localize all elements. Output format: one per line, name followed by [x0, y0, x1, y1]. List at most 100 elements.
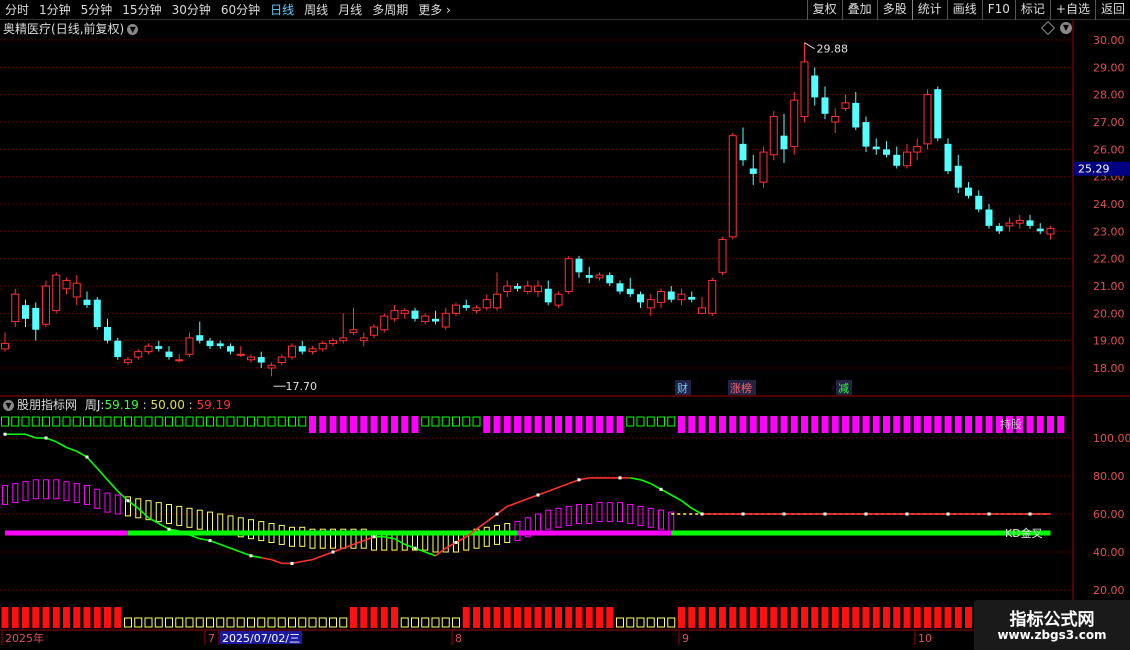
mark-button[interactable]: 标记 [1014, 0, 1050, 20]
j-line-segment [486, 513, 498, 523]
bottom-bar [22, 607, 29, 628]
hold-bar [893, 416, 901, 433]
candle-body [216, 343, 224, 347]
tab-fenshi[interactable]: 分时 [0, 0, 34, 20]
candle-body [1, 342, 9, 350]
candle-body [749, 168, 757, 174]
price-tick-label: 23.00 [1093, 225, 1125, 238]
candle-body [441, 312, 450, 328]
dropdown-circle-icon[interactable]: ▼ [1060, 22, 1072, 34]
add-favorite-button[interactable]: +自选 [1049, 0, 1095, 20]
bottom-bar [934, 607, 942, 628]
hold-bar [216, 416, 225, 427]
hold-bar [483, 416, 491, 433]
candle-body [790, 99, 799, 148]
candle-body [759, 151, 768, 183]
j-line-segment [476, 520, 488, 530]
candle-body [83, 299, 91, 306]
overlay-button[interactable]: 叠加 [841, 0, 877, 20]
tab-more[interactable]: 更多 › [413, 0, 456, 20]
hold-bar [883, 416, 890, 433]
bottom-bar [483, 607, 491, 628]
bottom-bar [872, 607, 880, 628]
bottom-bar [452, 617, 460, 628]
bottom-bar [154, 617, 163, 628]
candle-body [637, 294, 644, 303]
hold-label: 持股 [1000, 417, 1022, 431]
bottom-bar [175, 617, 184, 628]
hold-bar [924, 416, 931, 433]
j-line-segment [302, 558, 313, 563]
draw-line-button[interactable]: 画线 [946, 0, 982, 20]
tab-5min[interactable]: 5分钟 [76, 0, 118, 20]
stats-button[interactable]: 统计 [911, 0, 947, 20]
candle-body [155, 346, 163, 349]
date-label: 10 [918, 632, 932, 645]
bottom-bar [657, 617, 665, 628]
candle-body [606, 275, 614, 284]
bottom-bar [329, 617, 337, 628]
candle-body [1015, 219, 1024, 224]
indicator-header: ▼ 股朋指标网 周J:59.19 : 50.00 : 59.19 [3, 398, 231, 412]
tab-60min[interactable]: 60分钟 [216, 0, 265, 20]
j-line-segment [630, 477, 641, 481]
back-button[interactable]: 返回 [1094, 0, 1130, 20]
j-point [44, 436, 48, 440]
right-toolbar: 复权 叠加 多股 统计 画线 F10 标记 +自选 返回 [806, 0, 1130, 20]
candle-body [11, 293, 20, 323]
separator: : [184, 398, 197, 412]
bottom-bar [852, 607, 860, 628]
candle-body [452, 304, 460, 314]
hold-bar [113, 416, 122, 427]
hist-bar [207, 511, 213, 532]
bottom-bar [811, 607, 819, 628]
tab-1min[interactable]: 1分钟 [34, 0, 76, 20]
j-line-segment [332, 547, 344, 553]
hold-bar [267, 416, 276, 427]
tab-weekly[interactable]: 周线 [299, 0, 333, 20]
j-line-segment [66, 446, 78, 453]
chevron-down-icon[interactable]: ▼ [127, 24, 139, 35]
hold-bar [903, 416, 911, 433]
fuquan-button[interactable]: 复权 [806, 0, 842, 20]
tab-monthly[interactable]: 月线 [333, 0, 367, 20]
j-point [823, 512, 827, 516]
indicator-label: 周J: [84, 398, 105, 412]
candle-body [585, 275, 593, 278]
bottom-bar [698, 607, 706, 628]
tab-15min[interactable]: 15分钟 [117, 0, 166, 20]
hold-bar [934, 416, 942, 433]
hold-bar [42, 416, 50, 427]
candle-body [288, 345, 296, 358]
hist-bar [22, 481, 29, 502]
j-point [946, 512, 950, 516]
j-line-segment [209, 539, 221, 546]
bottom-bar [400, 617, 409, 628]
tab-30min[interactable]: 30分钟 [167, 0, 216, 20]
bottom-bar [411, 617, 419, 628]
candle-body [318, 342, 327, 350]
date-label: 8 [455, 632, 462, 645]
indicator-name[interactable]: 股朋指标网 [17, 398, 77, 412]
candle-body [432, 318, 439, 322]
tab-daily[interactable]: 日线 [265, 0, 299, 20]
j-line-segment [670, 494, 682, 502]
hold-bar [770, 416, 778, 433]
indicator-menu-icon[interactable]: ▼ [3, 400, 14, 411]
date-label: 7 [208, 632, 215, 645]
bottom-bar [441, 617, 450, 628]
bottom-bar [678, 607, 685, 628]
j-line-segment [250, 555, 262, 559]
bottom-bar [380, 607, 388, 628]
f10-button[interactable]: F10 [981, 0, 1015, 20]
j-line-segment [137, 507, 150, 519]
j-line-segment [25, 433, 37, 439]
candle-body [708, 280, 717, 314]
j-line-segment [127, 500, 139, 509]
candle-body [206, 340, 214, 347]
multi-stock-button[interactable]: 多股 [876, 0, 912, 20]
tab-multi-period[interactable]: 多周期 [367, 0, 413, 20]
candle-body [277, 356, 286, 364]
j-point [372, 535, 376, 539]
j-line-segment [691, 507, 703, 515]
